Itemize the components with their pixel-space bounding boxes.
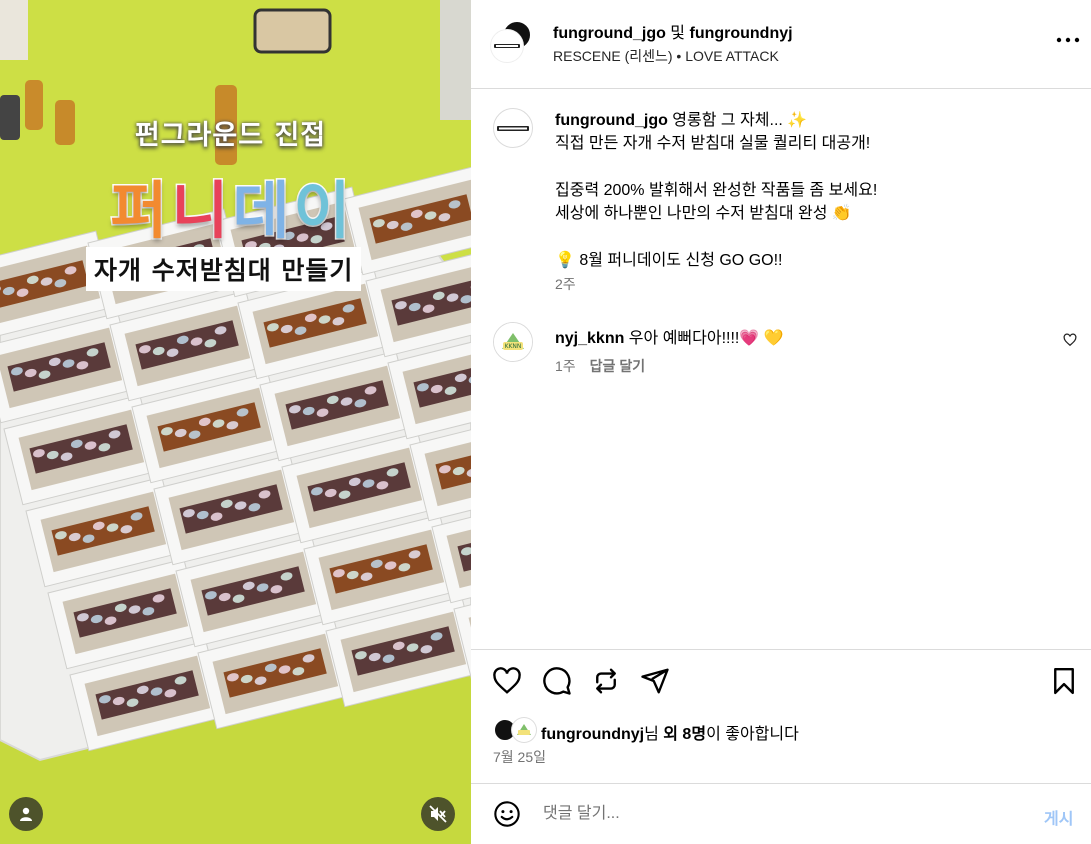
like-button[interactable] [492,666,524,698]
comment-timestamp[interactable]: 1주 [555,358,576,374]
comment-button[interactable] [542,666,574,698]
user-tag-button[interactable] [9,797,43,831]
comment-like-button[interactable] [1063,333,1079,349]
caption-text: 영롱함 그 자체... ✨ 직접 만든 자개 수저 받침대 실물 퀄리티 대공개… [555,112,878,269]
avatar[interactable] [491,30,523,62]
commenter-avatar-image: KKNN [494,323,532,361]
share-icon [641,668,669,694]
post-caption: funground_jgo 영롱함 그 자체... ✨ 직접 만든 자개 수저 … [555,109,1055,272]
post-details-panel: funground_jgo 및 fungroundnyj RESCENE (리센… [471,0,1091,844]
avatar[interactable]: KKNN [493,322,533,362]
overlay-char: 이 [292,173,355,249]
comment-text: 우아 예뻐다아!!!!💗 💛 [624,330,784,347]
comment-username[interactable]: nyj_kknn [555,330,624,347]
likes-summary[interactable]: fungroundnyj님 외 8명이 좋아합니다 [541,720,799,744]
emoji-icon [494,801,520,827]
funground-logo [494,109,532,147]
comment-input[interactable] [543,800,1023,828]
more-options-button[interactable] [1056,30,1086,50]
likes-others[interactable]: 외 8명 [663,726,706,743]
liker-avatar-image [517,724,531,735]
post-media[interactable]: 펀그라운드 진접 퍼니데이 자개 수저받침대 만들기 [0,0,471,844]
heart-icon [493,667,521,694]
account-link-1[interactable]: funground_jgo [553,25,666,42]
user-icon [20,807,32,821]
caption-timestamp[interactable]: 2주 [555,274,576,294]
post-header: funground_jgo 및 fungroundnyj RESCENE (리센… [471,0,1091,89]
mute-button[interactable] [421,797,455,831]
comment-icon [543,667,571,695]
repost-button[interactable] [591,666,623,698]
caption-username[interactable]: funground_jgo [555,112,668,129]
account-link-2[interactable]: fungroundnyj [689,25,792,42]
emoji-button[interactable] [493,800,521,828]
speaker-muted-icon [429,805,447,823]
svg-text:KKNN: KKNN [505,343,522,350]
overlay-subtitle: 자개 수저받침대 만들기 [86,247,362,291]
collab-and: 및 [665,25,690,42]
overlay-char: 데 [231,173,294,249]
post-actions [471,649,1091,783]
funground-logo [493,32,521,60]
repost-icon [596,668,616,694]
comment-item: nyj_kknn 우아 예뻐다아!!!!💗 💛 [555,324,784,348]
overlay-char: 퍼 [109,173,172,249]
reply-button[interactable]: 답글 달기 [590,358,645,374]
collab-accounts: funground_jgo 및 fungroundnyj [553,19,793,43]
add-comment-bar: 게시 [471,783,1091,844]
audio-link[interactable]: RESCENE (리센느) • LOVE ATTACK [553,46,779,66]
save-button[interactable] [1049,666,1081,698]
overlay-char: 니 [170,173,233,249]
likes-mid: 님 [644,726,664,743]
post-comment-button[interactable]: 게시 [1044,805,1073,829]
post-date[interactable]: 7월 25일 [493,747,546,767]
more-dots-icon [1056,37,1080,43]
share-button[interactable] [640,666,672,698]
heart-icon [1063,333,1077,347]
likes-tail: 이 좋아합니다 [706,726,799,743]
comment-meta: 1주 답글 달기 [555,356,645,376]
avatar[interactable] [493,108,533,148]
overlay-title-event: 퍼니데이 [0,160,468,250]
overlay-title-location: 펀그라운드 진접 [134,120,327,151]
bookmark-icon [1054,667,1074,695]
liker-username[interactable]: fungroundnyj [541,726,644,743]
avatar[interactable] [512,718,536,742]
